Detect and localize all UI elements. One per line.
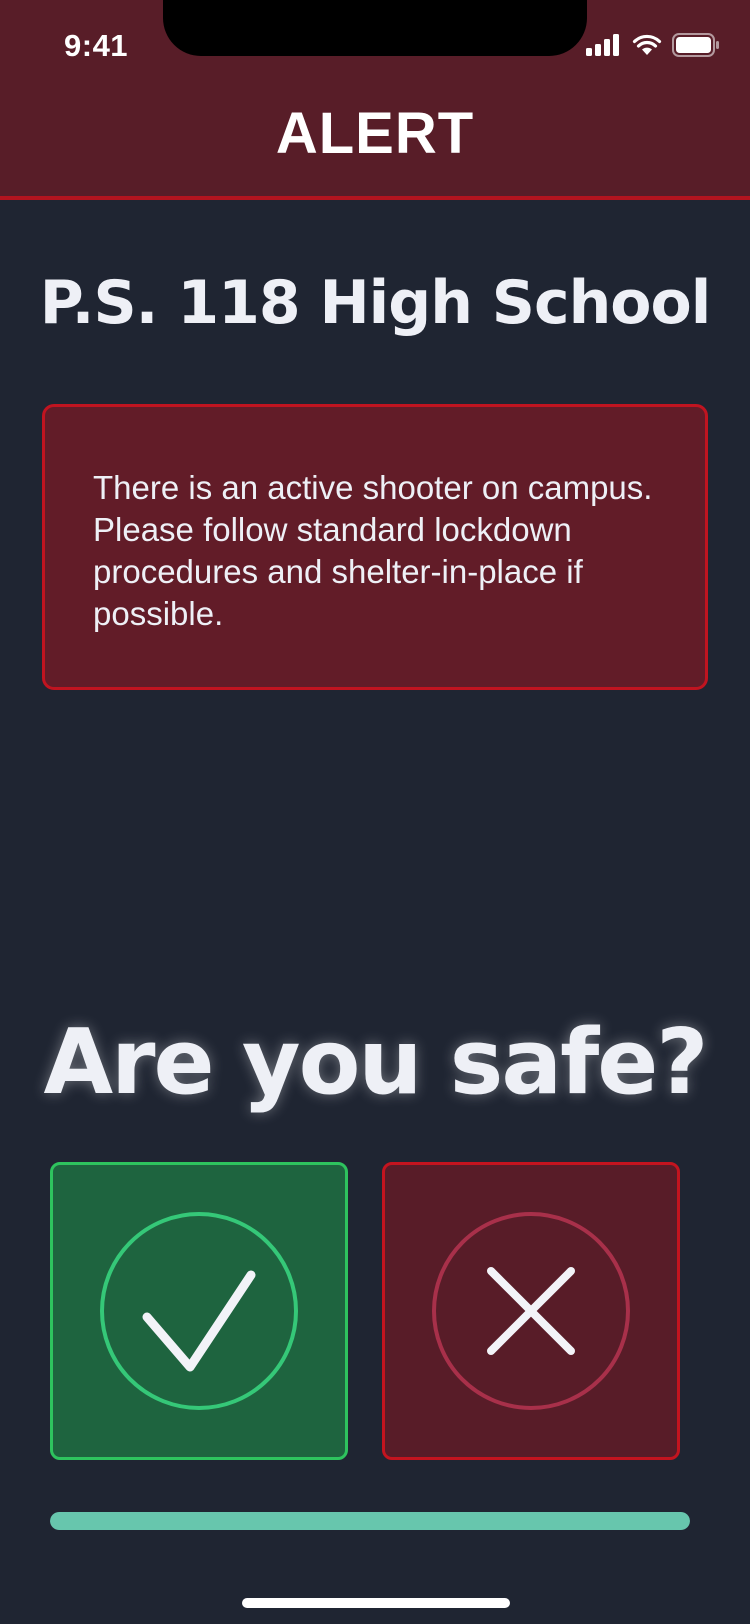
status-icons <box>586 33 720 62</box>
alert-title: ALERT <box>275 101 475 166</box>
cellular-signal-icon <box>586 34 622 61</box>
response-timer-fill <box>50 1512 690 1530</box>
safety-question: Are you safe? <box>43 1010 708 1115</box>
home-indicator[interactable] <box>242 1598 510 1608</box>
status-time: 9:41 <box>64 28 129 63</box>
battery-icon <box>672 33 720 62</box>
alert-message-text: There is an active shooter on campus. Pl… <box>93 469 653 632</box>
safe-no-button[interactable] <box>382 1162 680 1460</box>
alert-screen: 9:41 ALERT P.S. 118 High School There is… <box>0 0 750 1624</box>
safe-yes-button[interactable] <box>50 1162 348 1460</box>
response-timer-bar <box>50 1512 690 1530</box>
alert-header: 9:41 ALERT <box>0 0 750 200</box>
device-notch <box>163 0 587 56</box>
school-name: P.S. 118 High School <box>39 268 712 338</box>
wifi-icon <box>632 34 662 61</box>
alert-message-card: There is an active shooter on campus. Pl… <box>42 404 708 690</box>
